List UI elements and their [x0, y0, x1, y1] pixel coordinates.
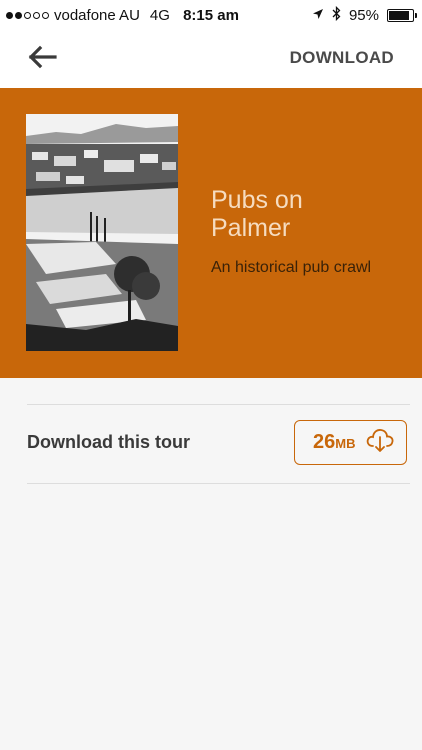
nav-bar: DOWNLOAD [0, 30, 422, 88]
battery-cap [415, 13, 417, 18]
tour-title-line: Palmer [211, 214, 291, 242]
battery-icon [387, 9, 417, 22]
battery-level [389, 11, 409, 20]
cloud-download-icon [365, 427, 395, 458]
divider-top [27, 404, 410, 405]
tour-cover-image [26, 114, 178, 351]
download-size-value: 26 [313, 431, 336, 453]
tour-header: Pubs on Palmer An historical pub crawl [0, 88, 422, 378]
download-size-button[interactable]: 26MB [294, 420, 407, 465]
tour-title-line: Pubs on [211, 186, 303, 214]
battery-percent: 95% [348, 7, 379, 24]
download-row-label: Download this tour [27, 432, 190, 452]
arrow-left-icon [27, 45, 57, 74]
bluetooth-icon [332, 5, 341, 25]
download-size-unit: MB [335, 436, 356, 451]
download-size-text: 26MB [313, 431, 355, 454]
download-button[interactable]: DOWNLOAD [290, 48, 394, 68]
status-bar: vodafone AU 4G 8:15 am 95% [0, 0, 422, 30]
back-button[interactable] [22, 42, 62, 76]
tour-title: Pubs on Palmer [211, 186, 401, 242]
tour-subtitle: An historical pub crawl [211, 259, 372, 276]
divider-bottom [27, 483, 410, 484]
status-right-group: 95% [312, 5, 417, 25]
location-arrow-icon [312, 7, 324, 24]
